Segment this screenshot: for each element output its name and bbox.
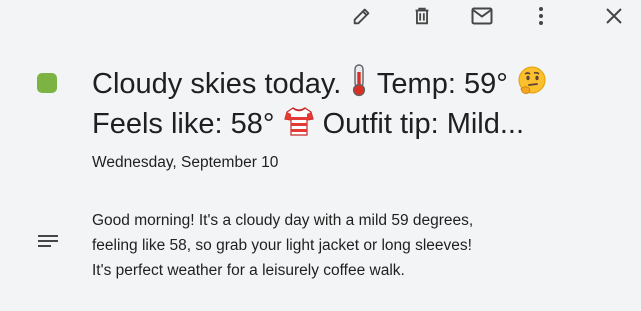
- event-toolbar: [0, 0, 641, 32]
- event-detail-card: Cloudy skies today. Temp: 59° Feels like…: [0, 0, 641, 311]
- title-temp: Temp: 59°: [376, 68, 508, 100]
- description-line: Good morning! It's a cloudy day with a m…: [92, 212, 474, 229]
- event-title: Cloudy skies today. Temp: 59° Feels like…: [92, 63, 632, 145]
- thinking-face-icon: [518, 66, 546, 94]
- mail-icon: [471, 7, 493, 25]
- title-text-1: Cloudy skies today.: [92, 68, 342, 100]
- title-text-3: Outfit tip: Mild...: [322, 108, 525, 140]
- delete-button[interactable]: [406, 0, 438, 32]
- email-guests-button[interactable]: [466, 0, 498, 32]
- event-description: Good morning! It's a cloudy day with a m…: [92, 208, 632, 283]
- edit-button[interactable]: [346, 0, 378, 32]
- title-text-2: Feels like: 58°: [92, 108, 275, 140]
- shirt-icon: [283, 107, 314, 136]
- event-date: Wednesday, September 10: [92, 154, 279, 171]
- thermometer-icon: [353, 64, 366, 97]
- more-options-button[interactable]: [525, 0, 557, 32]
- close-button[interactable]: [598, 0, 630, 32]
- event-color-indicator: [37, 73, 57, 93]
- description-line: feeling like 58, so grab your light jack…: [92, 237, 472, 254]
- description-line: It's perfect weather for a leisurely cof…: [92, 262, 405, 279]
- close-icon: [606, 8, 622, 24]
- more-vert-icon: [539, 7, 543, 25]
- pencil-icon: [353, 8, 370, 25]
- description-icon: [38, 235, 58, 247]
- trash-icon: [415, 7, 429, 25]
